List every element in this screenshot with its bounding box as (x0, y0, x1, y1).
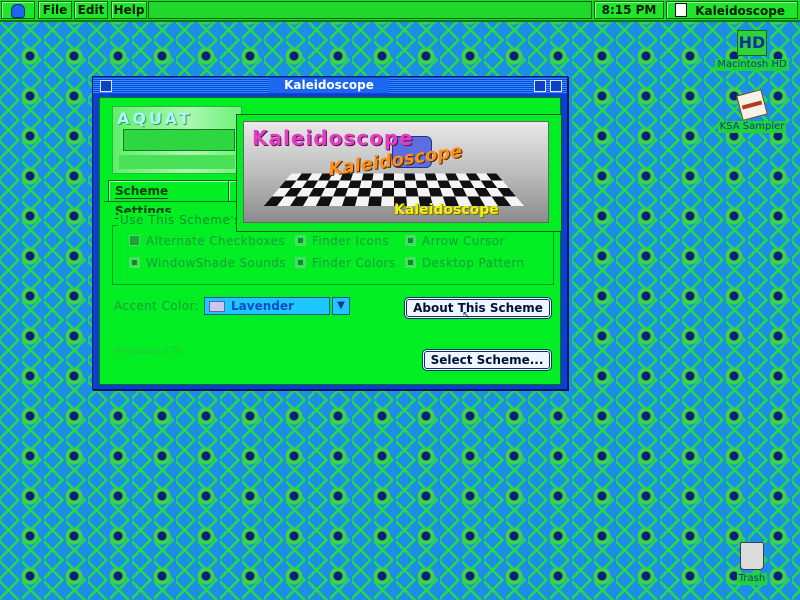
option-windowshade-sounds[interactable]: WindowShade Sounds (129, 256, 286, 270)
zoom-box[interactable] (534, 80, 546, 92)
color-swatch (209, 301, 225, 312)
splash-title: Kaleidoscope (252, 126, 414, 150)
scheme-logo-text: AQUAT (117, 109, 193, 128)
menu-help[interactable]: Help (111, 1, 147, 19)
option-label: Finder Colors (312, 256, 396, 270)
chevron-down-icon[interactable]: ▼ (332, 297, 350, 315)
window-title: Kaleidoscope (269, 78, 389, 93)
splash-caption: Kaleidoscope (394, 202, 499, 218)
scheme-options-group: Alternate Checkboxes Finder Icons Arrow … (112, 225, 554, 285)
close-box[interactable] (100, 80, 112, 92)
desktop-icon-macintosh-hd[interactable]: HD Macintosh HD (712, 30, 792, 71)
checkbox[interactable] (129, 235, 140, 246)
option-label: WindowShade Sounds (146, 256, 286, 270)
desktop-icon-label: Trash (736, 573, 768, 585)
menu-clock[interactable]: 8:15 PM (594, 1, 664, 19)
checkbox[interactable] (129, 257, 140, 268)
apple-menu[interactable] (1, 1, 35, 19)
option-label: Arrow Cursor (422, 234, 505, 248)
splash-screen: Kaleidoscope Kaleidoscope Kaleidoscope (236, 114, 562, 232)
menu-bar-spacer (148, 1, 592, 19)
menu-file[interactable]: File (38, 1, 72, 19)
checkbox[interactable] (295, 257, 306, 268)
splash-image: Kaleidoscope Kaleidoscope Kaleidoscope (243, 121, 549, 223)
registered-to-label: Registered To: (114, 346, 185, 357)
option-finder-colors[interactable]: Finder Colors (295, 256, 396, 270)
desktop-icon-label: Macintosh HD (715, 59, 789, 71)
desktop-icon-trash[interactable]: Trash (712, 542, 792, 585)
checkbox[interactable] (405, 257, 416, 268)
cursor-icon: ↖ (462, 310, 471, 321)
option-desktop-pattern[interactable]: Desktop Pattern (405, 256, 524, 270)
collapse-box[interactable] (550, 80, 562, 92)
desktop-icon-ksa-sampler[interactable]: KSA Sampler (712, 89, 792, 133)
menu-bar: File Edit Help 8:15 PM Kaleidoscope (0, 0, 800, 22)
scheme-preview-bar (119, 155, 235, 169)
scheme-preview-strip (123, 129, 235, 151)
option-finder-icons[interactable]: Finder Icons (295, 234, 389, 248)
application-icon (736, 89, 768, 121)
application-menu-label: Kaleidoscope (695, 4, 786, 18)
application-menu-icon (675, 3, 687, 17)
checkbox[interactable] (295, 235, 306, 246)
accent-color-popup[interactable]: Lavender (204, 297, 330, 315)
scheme-preview-logo: AQUAT (112, 106, 242, 174)
tab-scheme-settings[interactable]: Scheme Settings (108, 180, 230, 219)
option-label: Alternate Checkboxes (146, 234, 286, 248)
apple-menu-icon (11, 4, 25, 18)
desktop-icon-label: KSA Sampler (717, 121, 787, 133)
option-label: Desktop Pattern (422, 256, 525, 270)
about-this-scheme-button[interactable]: About This Scheme (406, 299, 550, 317)
select-scheme-button[interactable]: Select Scheme... (424, 351, 550, 369)
option-label: Finder Icons (312, 234, 389, 248)
option-arrow-cursor[interactable]: Arrow Cursor (405, 234, 505, 248)
group-title: Use This Scheme's: (118, 213, 248, 227)
option-alternate-checkboxes[interactable]: Alternate Checkboxes (129, 234, 285, 248)
hard-disk-icon: HD (737, 30, 767, 56)
trash-icon (740, 542, 764, 570)
accent-color-label: Accent Color: (114, 299, 200, 313)
window-title-bar[interactable]: Kaleidoscope (93, 77, 567, 94)
checkbox[interactable] (405, 235, 416, 246)
accent-color-value: Lavender (231, 299, 294, 313)
menu-edit[interactable]: Edit (74, 1, 108, 19)
application-menu[interactable]: Kaleidoscope (666, 1, 798, 19)
